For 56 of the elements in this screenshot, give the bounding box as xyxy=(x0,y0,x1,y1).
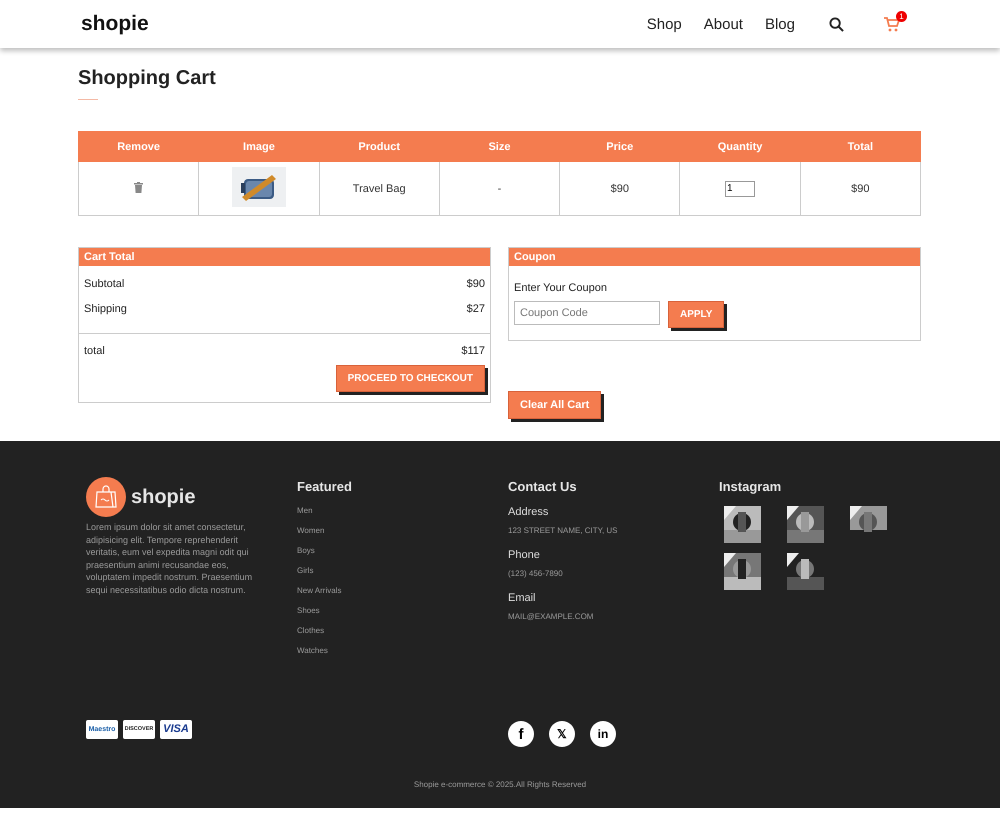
social-link[interactable]: f xyxy=(508,721,534,747)
copyright-text: Shopie e-commerce © 2025.All Rights Reserved xyxy=(412,780,588,789)
table-cell: $90 xyxy=(800,162,920,216)
social-link[interactable]: 𝕏 xyxy=(549,721,575,747)
column-header: Product xyxy=(319,132,440,162)
column-header: Image xyxy=(198,132,320,162)
line-label: Shipping xyxy=(84,303,127,315)
column-title: Featured xyxy=(297,478,353,494)
about-text: Lorem ipsum dolor sit amet consectetur, adipisicing elit. Tempore reprehenderit veritatis, eum vel expedita magni odit qui praesentium animi recusandae eos, voluptatem impedit nostrum. Praesentium sequi necessitatibus odio dicta nostrum. xyxy=(86,521,254,596)
column-header: Size xyxy=(439,132,560,162)
footer-link[interactable]: Women xyxy=(297,526,508,535)
shopping-bag-icon xyxy=(86,477,126,517)
contact-label: Email xyxy=(508,592,537,604)
table-cell: - xyxy=(439,162,560,216)
column-header: Remove xyxy=(78,132,199,162)
table-cell: $90 xyxy=(560,162,680,216)
footer-link[interactable]: Men xyxy=(297,506,508,515)
footer-link[interactable]: Boys xyxy=(297,546,508,555)
table-cell: Travel Bag xyxy=(319,162,440,216)
total-label: total xyxy=(84,345,105,357)
nav-link[interactable]: Blog xyxy=(764,16,795,32)
logo[interactable]: shopie xyxy=(81,12,149,36)
column-header: Total xyxy=(800,132,920,162)
quantity-field[interactable]: 1 xyxy=(725,180,756,196)
column-header: Quantity xyxy=(680,132,800,162)
total-value: $117 xyxy=(461,345,485,357)
panel-title: Coupon xyxy=(509,248,920,266)
coupon-label: Enter Your Coupon xyxy=(514,282,608,294)
contact-value: MAIL@EXAMPLE.COM xyxy=(508,612,594,621)
footer-link[interactable]: Clothes xyxy=(297,626,508,635)
cart-count-badge: 1 xyxy=(896,10,907,22)
coupon-field[interactable]: Coupon Code xyxy=(514,301,660,325)
line-value: $90 xyxy=(466,278,485,290)
page-title: Shopping Cart xyxy=(78,67,217,90)
contact-label: Address xyxy=(508,506,550,518)
footer-link[interactable]: Watches xyxy=(297,646,508,655)
footer-link[interactable]: Girls xyxy=(297,566,508,575)
column-title: Instagram xyxy=(719,478,782,494)
nav-link[interactable]: About xyxy=(704,16,743,32)
line-value: $27 xyxy=(466,303,485,315)
line-label: Subtotal xyxy=(84,278,124,290)
payment-card-logo: VISA xyxy=(160,720,192,738)
nav-link[interactable]: Shop xyxy=(646,16,682,32)
footer-logo[interactable]: shopie xyxy=(131,486,196,508)
column-title: Contact Us xyxy=(508,478,578,494)
footer-link[interactable]: New Arrivals xyxy=(297,586,508,595)
cart-icon[interactable] xyxy=(884,16,900,32)
contact-value: 123 STREET NAME, CITY, US xyxy=(508,526,619,535)
panel-title: Cart Total xyxy=(79,248,490,266)
footer-link[interactable]: Shoes xyxy=(297,606,508,615)
trash-icon[interactable] xyxy=(134,182,144,192)
social-link[interactable]: in xyxy=(590,721,616,747)
contact-value: (123) 456-7890 xyxy=(508,569,564,578)
search-icon[interactable] xyxy=(829,16,844,32)
contact-label: Phone xyxy=(508,549,541,561)
column-header: Price xyxy=(560,132,680,162)
